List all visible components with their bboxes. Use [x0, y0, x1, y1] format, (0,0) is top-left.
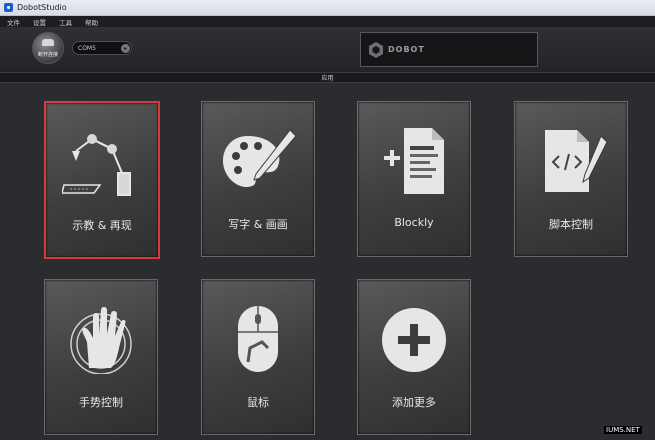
- menu-bar: 文件 设置 工具 帮助: [0, 16, 655, 27]
- watermark: IUMS.NET: [604, 426, 642, 434]
- hand-icon: [70, 307, 132, 374]
- tile-label: 示教 & 再现: [72, 219, 132, 232]
- connect-label: 断开连接: [37, 52, 58, 58]
- brand-name: DOBOT: [388, 45, 425, 54]
- port-value: COM5: [78, 44, 96, 52]
- port-select[interactable]: COM5 ▸: [72, 41, 132, 55]
- tile-label: 手势控制: [79, 396, 123, 409]
- title-bar: DobotStudio: [0, 0, 655, 16]
- dobot-logo-icon: [369, 41, 383, 58]
- toolbar: 断开连接 COM5 ▸ DOBOT: [0, 27, 655, 73]
- menu-help[interactable]: 帮助: [85, 17, 98, 27]
- robot-arm-icon: [62, 134, 131, 196]
- window-title: DobotStudio: [17, 3, 67, 12]
- tile-gesture[interactable]: 手势控制: [44, 279, 158, 435]
- brand-logo: DOBOT: [360, 32, 538, 67]
- blockly-document-icon: [384, 128, 444, 194]
- mouse-icon: [238, 306, 278, 372]
- tile-add-more[interactable]: 添加更多: [357, 279, 471, 435]
- section-title: 应用: [321, 75, 334, 82]
- plus-icon: [382, 308, 446, 372]
- tile-blockly[interactable]: Blockly: [357, 101, 471, 257]
- tile-script[interactable]: 脚本控制: [514, 101, 628, 257]
- palette-icon: [223, 129, 297, 188]
- plug-icon: [42, 39, 54, 46]
- tile-teach-playback[interactable]: 示教 & 再现: [44, 101, 160, 259]
- script-icon: [545, 130, 608, 192]
- app-icon: [4, 3, 13, 12]
- tile-label: 脚本控制: [549, 218, 593, 231]
- tile-label: 写字 & 画画: [228, 218, 288, 231]
- tile-label: 添加更多: [392, 396, 436, 409]
- menu-tools[interactable]: 工具: [59, 17, 72, 27]
- tile-label: 鼠标: [247, 396, 269, 409]
- section-header: 应用: [0, 73, 655, 83]
- chevron-down-icon[interactable]: ▸: [121, 43, 130, 53]
- tile-write-draw[interactable]: 写字 & 画画: [201, 101, 315, 257]
- menu-file[interactable]: 文件: [7, 17, 20, 27]
- connect-button[interactable]: 断开连接: [32, 32, 64, 64]
- menu-settings[interactable]: 设置: [33, 17, 46, 27]
- tile-label: Blockly: [394, 216, 434, 229]
- tile-mouse[interactable]: 鼠标: [201, 279, 315, 435]
